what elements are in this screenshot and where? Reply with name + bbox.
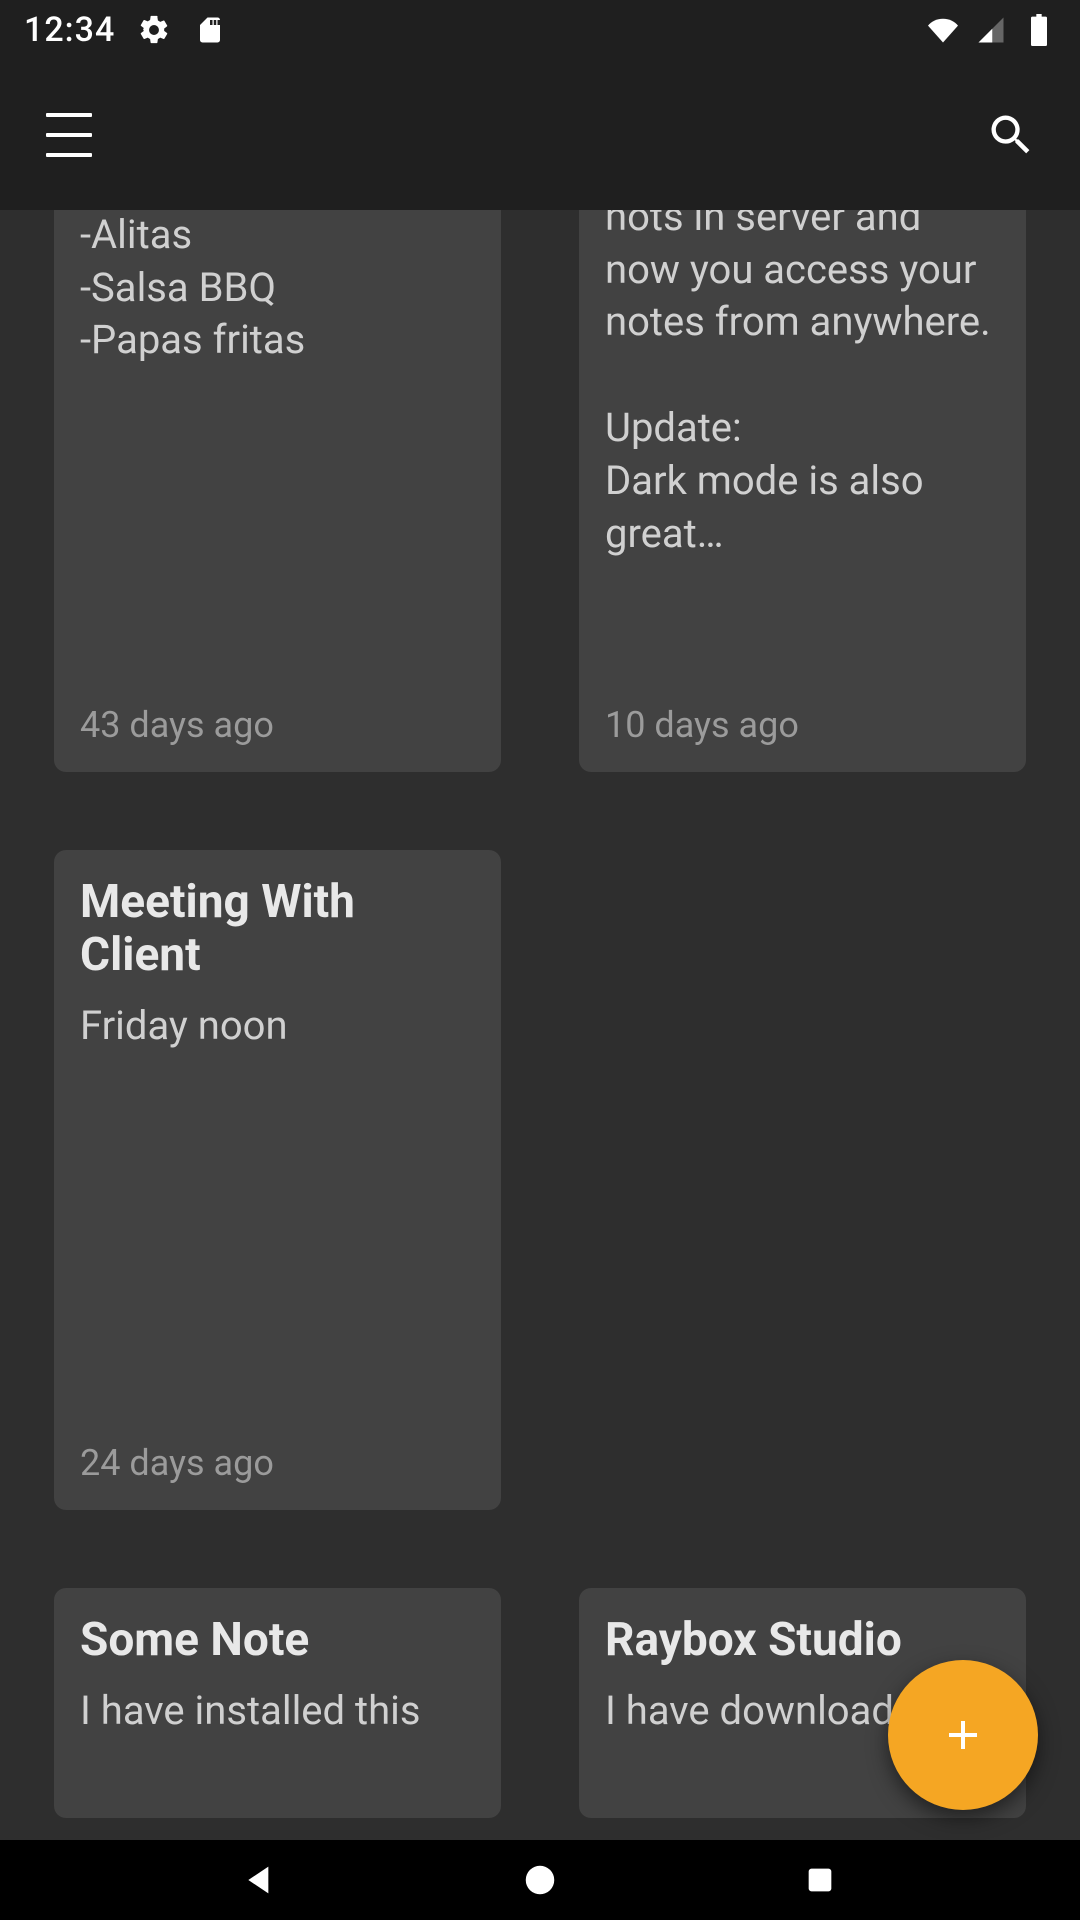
note-body: I have installed this: [80, 1685, 475, 1792]
add-note-button[interactable]: [888, 1660, 1038, 1810]
gear-icon: [137, 13, 171, 47]
note-card[interactable]: Meeting With Client Friday noon 24 days …: [54, 850, 501, 1510]
note-title: Meeting With Client: [80, 876, 475, 982]
plus-icon: [939, 1711, 987, 1759]
status-right: [926, 13, 1056, 47]
hamburger-icon: [46, 109, 92, 161]
note-body: Friday noon: [80, 1000, 475, 1424]
notes-grid: BBQ -Alitas -Salsa BBQ -Papas fritas 43 …: [54, 210, 1026, 1818]
sd-card-icon: [193, 13, 227, 47]
search-button[interactable]: [978, 102, 1044, 168]
status-time: 12:34: [24, 10, 115, 50]
notes-content: BBQ -Alitas -Salsa BBQ -Papas fritas 43 …: [0, 210, 1080, 1840]
nav-recent-button[interactable]: [790, 1850, 850, 1910]
note-time: 24 days ago: [80, 1442, 475, 1484]
status-bar: 12:34: [0, 0, 1080, 60]
app-bar: [0, 60, 1080, 210]
note-title: Raybox Studio: [605, 1614, 1000, 1667]
square-recent-icon: [803, 1863, 837, 1897]
note-card[interactable]: Some Note I have installed this: [54, 1588, 501, 1818]
note-body: This app keeps your nots in server and n…: [605, 210, 1000, 686]
menu-button[interactable]: [36, 102, 102, 168]
cell-signal-icon: [974, 13, 1008, 47]
system-nav-bar: [0, 1840, 1080, 1920]
note-time: 10 days ago: [605, 704, 1000, 746]
note-card[interactable]: BBQ -Alitas -Salsa BBQ -Papas fritas 43 …: [54, 210, 501, 772]
wifi-icon: [926, 13, 960, 47]
battery-full-icon: [1022, 13, 1056, 47]
status-left: 12:34: [24, 10, 227, 50]
triangle-back-icon: [240, 1860, 280, 1900]
note-time: 43 days ago: [80, 704, 475, 746]
search-icon: [985, 109, 1037, 161]
note-title: Some Note: [80, 1614, 475, 1667]
nav-back-button[interactable]: [230, 1850, 290, 1910]
note-card[interactable]: This app keeps your nots in server and n…: [579, 210, 1026, 772]
nav-home-button[interactable]: [510, 1850, 570, 1910]
circle-home-icon: [521, 1861, 559, 1899]
note-body: -Alitas -Salsa BBQ -Papas fritas: [80, 210, 475, 686]
